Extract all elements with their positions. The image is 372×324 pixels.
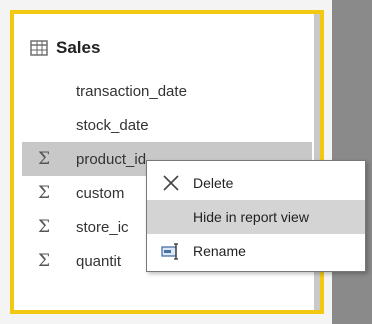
sigma-icon: Σ [37, 183, 51, 203]
table-name: Sales [56, 38, 101, 57]
table-header[interactable]: Sales [30, 38, 100, 58]
menu-item-label: Hide in report view [193, 209, 309, 225]
field-label: transaction_date [76, 82, 187, 100]
context-menu: Delete Hide in report view Rename [146, 160, 366, 272]
field-label: custom [76, 184, 125, 202]
sigma-icon: Σ [37, 217, 51, 237]
field-item[interactable]: transaction_date [22, 74, 312, 108]
field-label: product_id [76, 150, 147, 168]
menu-item-hide-in-report-view[interactable]: Hide in report view [147, 200, 365, 234]
field-label: store_ic [76, 218, 129, 236]
menu-item-delete[interactable]: Delete [147, 166, 365, 200]
menu-item-rename[interactable]: Rename [147, 234, 365, 268]
menu-item-label: Delete [193, 175, 234, 191]
field-label: quantit [76, 252, 122, 270]
menu-item-label: Rename [193, 243, 246, 259]
table-icon [30, 40, 48, 56]
field-label: stock_date [76, 116, 149, 134]
rename-icon [161, 243, 178, 260]
sigma-icon: Σ [37, 149, 51, 169]
sigma-icon: Σ [37, 251, 51, 271]
field-item[interactable]: stock_date [22, 108, 312, 142]
delete-x-icon [163, 175, 179, 191]
